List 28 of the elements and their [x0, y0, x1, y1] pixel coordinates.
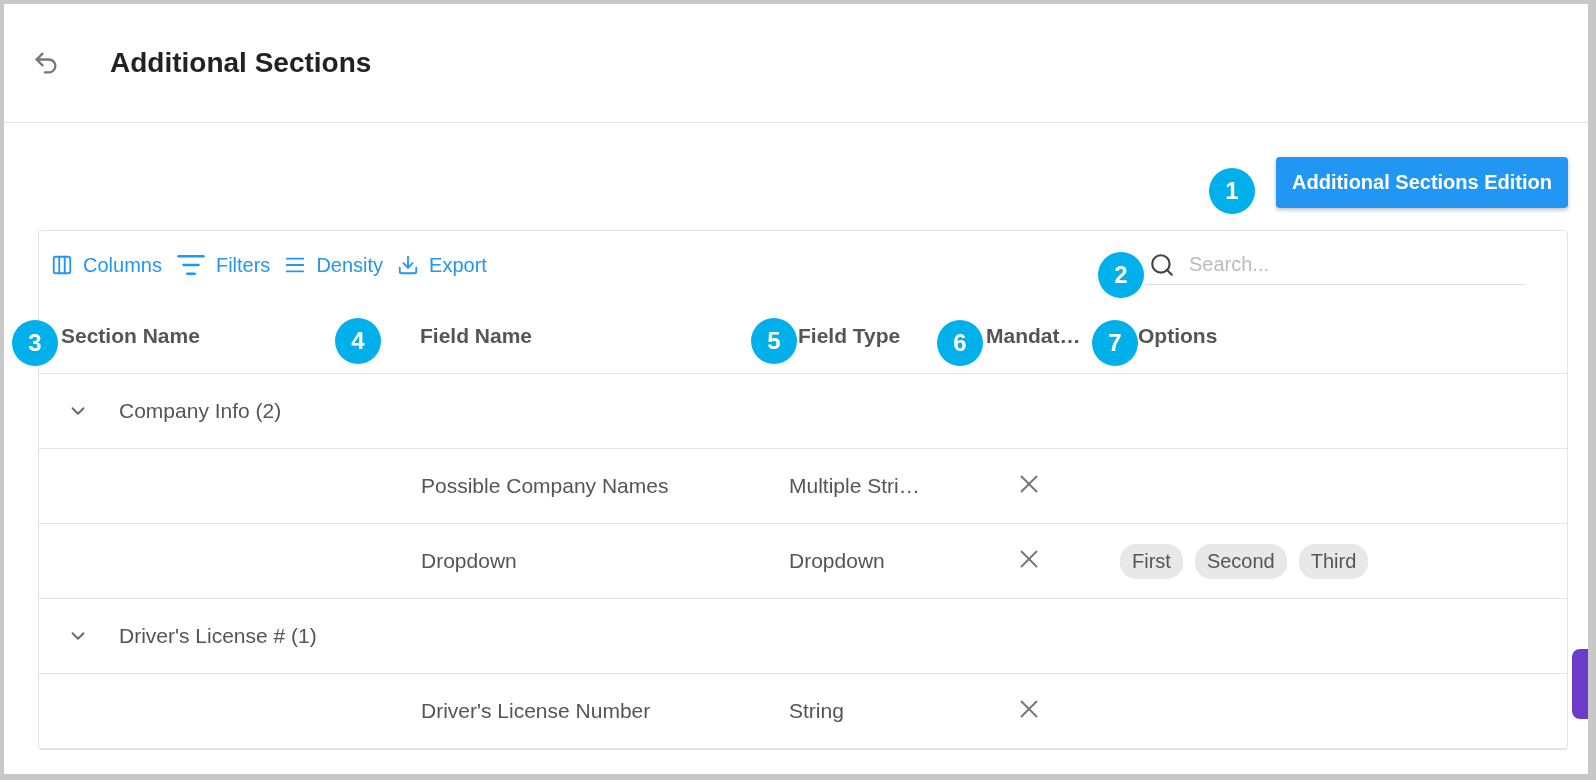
field-name-header[interactable]: Field Name [420, 324, 533, 348]
option-chip: Second [1194, 543, 1287, 579]
mandatory-header[interactable]: Mandat… [986, 324, 1081, 348]
callout-marker: 3 [12, 320, 58, 366]
callout-marker: 2 [1098, 252, 1144, 298]
group-label: Company Info (2) [119, 399, 282, 423]
table-cell-text: Driver's License Number [420, 699, 652, 723]
table-cell-text: Multiple Stri… [788, 474, 921, 498]
columns-icon [51, 254, 73, 276]
export-icon [397, 254, 420, 276]
option-chip: Third [1298, 543, 1369, 579]
side-tab[interactable] [1572, 649, 1588, 719]
callout-marker: 5 [751, 318, 797, 364]
table-cell-text: Possible Company Names [420, 474, 670, 498]
group-label: Driver's License # (1) [119, 624, 317, 648]
table-cell-text: Dropdown [420, 549, 518, 573]
option-chip: First [1120, 543, 1183, 579]
section-name-header[interactable]: Section Name [61, 324, 200, 348]
field-type-header[interactable]: Field Type [798, 324, 901, 348]
callout-marker: 6 [937, 320, 983, 366]
table-cell-text: Dropdown [788, 549, 886, 573]
options-header[interactable]: Options [1138, 324, 1218, 348]
table-cell-text: String [788, 699, 845, 723]
callout-marker: 4 [335, 318, 381, 364]
callout-marker: 1 [1209, 168, 1255, 214]
page-title: Additional Sections [110, 47, 372, 79]
callout-marker: 7 [1092, 320, 1138, 366]
search-icon [1149, 251, 1175, 278]
